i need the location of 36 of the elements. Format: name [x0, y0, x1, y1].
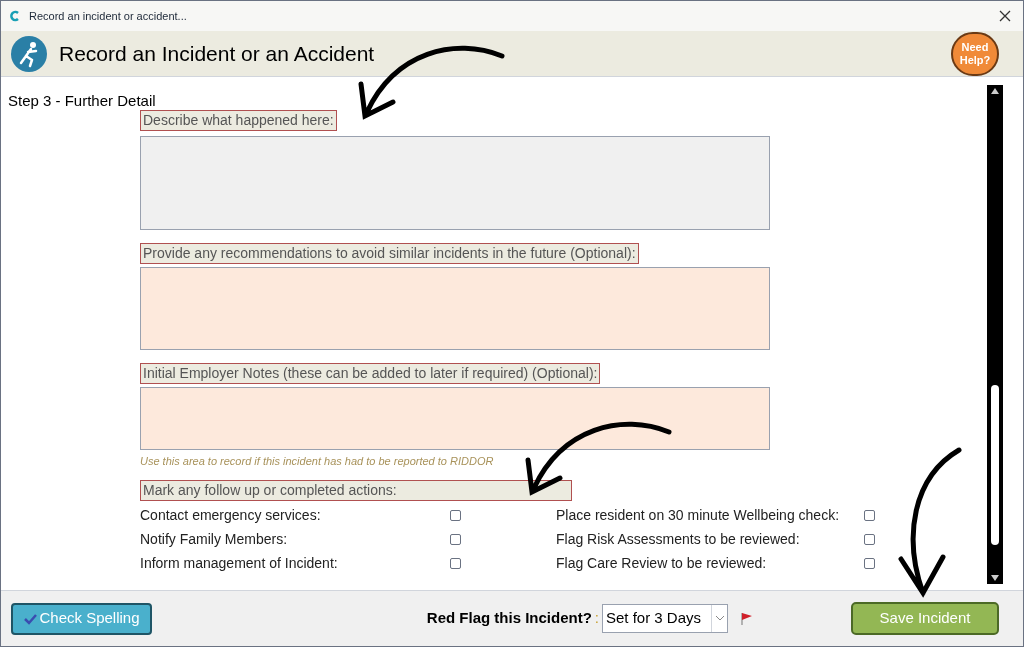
checkbox-label: Flag Risk Assessments to be reviewed:	[555, 530, 801, 549]
checkbox[interactable]	[450, 510, 461, 521]
help-button[interactable]: Need Help?	[951, 31, 999, 76]
scrollbar[interactable]	[987, 85, 1003, 584]
check-spelling-button[interactable]: Check Spelling	[11, 602, 152, 635]
scrollbar-thumb[interactable]	[991, 385, 999, 545]
checkbox-label: Notify Family Members:	[140, 530, 289, 549]
spell-check-icon	[23, 612, 38, 625]
flag-duration-dropdown[interactable]: Set for 3 Days	[602, 604, 728, 633]
falling-person-icon	[11, 35, 47, 72]
scroll-down-icon[interactable]	[991, 575, 999, 581]
checkbox[interactable]	[864, 534, 875, 545]
section-label: Mark any follow up or completed actions:	[140, 479, 572, 501]
window-title: Record an incident or accident...	[29, 8, 188, 24]
flag-icon	[739, 611, 753, 626]
colon: :	[594, 608, 599, 629]
checkbox[interactable]	[864, 558, 875, 569]
close-icon[interactable]	[999, 10, 1011, 22]
field-label: Initial Employer Notes (these can be added to later if required) (Optional):	[140, 363, 601, 384]
checkbox[interactable]	[450, 534, 461, 545]
checkbox[interactable]	[450, 558, 461, 569]
checkbox-label: Flag Care Review to be reviewed:	[555, 554, 768, 573]
step-title: Step 3 - Further Detail	[8, 92, 157, 110]
save-incident-button[interactable]: Save Incident	[851, 602, 999, 635]
scroll-up-icon[interactable]	[991, 88, 999, 94]
checkbox-label: Inform management of Incident:	[140, 554, 339, 573]
flag-question-label: Red Flag this Incident?	[426, 608, 592, 629]
field-label: Describe what happened here:	[140, 110, 337, 131]
checkbox-label: Contact emergency services:	[140, 506, 322, 525]
checkbox[interactable]	[864, 510, 875, 521]
field-label: Provide any recommendations to avoid similar incidents in the future (Optional):	[140, 243, 639, 264]
app-icon	[9, 10, 21, 22]
checkbox-label: Place resident on 30 minute Wellbeing check:	[555, 506, 840, 525]
dialog-title: Record an Incident or an Accident	[59, 40, 376, 67]
hint-text: Use this area to record if this incident has had to be reported to RIDDOR	[140, 454, 495, 469]
caret-icon	[715, 616, 724, 621]
